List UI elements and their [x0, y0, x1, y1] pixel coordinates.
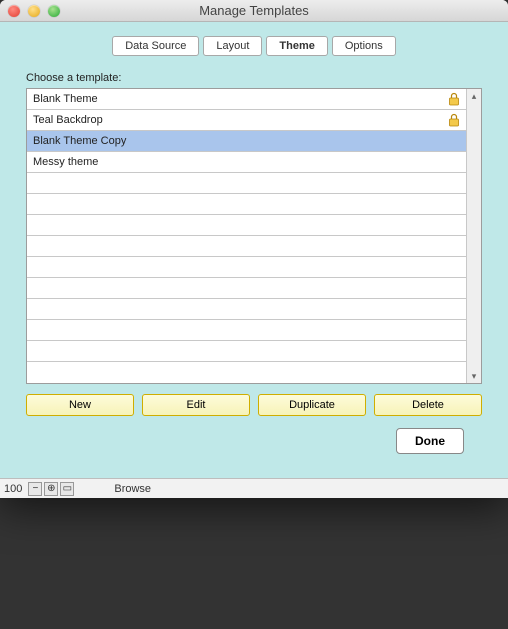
tab-bar: Data Source Layout Theme Options: [12, 36, 496, 56]
lock-icon: [448, 92, 460, 106]
choose-template-label: Choose a template:: [26, 72, 482, 84]
theme-panel: Choose a template: Blank Theme Teal Backd…: [12, 66, 496, 464]
window: Manage Templates Data Source Layout Them…: [0, 0, 508, 498]
zoom-button[interactable]: [48, 5, 60, 17]
tab-data-source[interactable]: Data Source: [112, 36, 199, 56]
done-bar: Done: [26, 416, 482, 454]
action-row: New Edit Duplicate Delete: [26, 394, 482, 416]
window-title: Manage Templates: [0, 3, 508, 18]
scroll-down-icon[interactable]: ▾: [467, 369, 481, 383]
list-item-empty[interactable]: [27, 257, 466, 278]
template-list[interactable]: Blank Theme Teal Backdrop Blank Theme Copy…: [27, 89, 466, 383]
template-name: Blank Theme: [33, 93, 98, 105]
list-item-empty[interactable]: [27, 194, 466, 215]
tab-layout[interactable]: Layout: [203, 36, 262, 56]
dialog-body: Data Source Layout Theme Options Choose …: [0, 22, 508, 478]
zoom-out-button[interactable]: −: [28, 482, 42, 496]
template-name: Blank Theme Copy: [33, 135, 126, 147]
titlebar: Manage Templates: [0, 0, 508, 22]
list-item[interactable]: Teal Backdrop: [27, 110, 466, 131]
done-button[interactable]: Done: [396, 428, 464, 454]
template-name: Teal Backdrop: [33, 114, 103, 126]
list-item-empty[interactable]: [27, 299, 466, 320]
zoom-in-button[interactable]: ▭: [60, 482, 74, 496]
minimize-button[interactable]: [28, 5, 40, 17]
tab-theme[interactable]: Theme: [266, 36, 327, 56]
list-item-empty[interactable]: [27, 278, 466, 299]
close-button[interactable]: [8, 5, 20, 17]
traffic-lights: [0, 5, 60, 17]
mode-label: Browse: [114, 483, 151, 495]
status-bar: 100 − ⊕ ▭ Browse: [0, 478, 508, 498]
zoom-value: 100: [0, 483, 26, 495]
tab-options[interactable]: Options: [332, 36, 396, 56]
scroll-up-icon[interactable]: ▴: [467, 89, 481, 103]
duplicate-button[interactable]: Duplicate: [258, 394, 366, 416]
scrollbar[interactable]: ▴ ▾: [466, 89, 481, 383]
new-button[interactable]: New: [26, 394, 134, 416]
delete-button[interactable]: Delete: [374, 394, 482, 416]
list-item-empty[interactable]: [27, 341, 466, 362]
list-item-empty[interactable]: [27, 362, 466, 383]
template-name: Messy theme: [33, 156, 98, 168]
list-item-empty[interactable]: [27, 236, 466, 257]
edit-button[interactable]: Edit: [142, 394, 250, 416]
list-item[interactable]: Blank Theme: [27, 89, 466, 110]
list-item-empty[interactable]: [27, 173, 466, 194]
list-item-empty[interactable]: [27, 215, 466, 236]
list-item-empty[interactable]: [27, 320, 466, 341]
template-list-wrap: Blank Theme Teal Backdrop Blank Theme Copy…: [26, 88, 482, 384]
zoom-slider-icon[interactable]: ⊕: [44, 482, 58, 496]
list-item[interactable]: Blank Theme Copy: [27, 131, 466, 152]
list-item[interactable]: Messy theme: [27, 152, 466, 173]
lock-icon: [448, 113, 460, 127]
